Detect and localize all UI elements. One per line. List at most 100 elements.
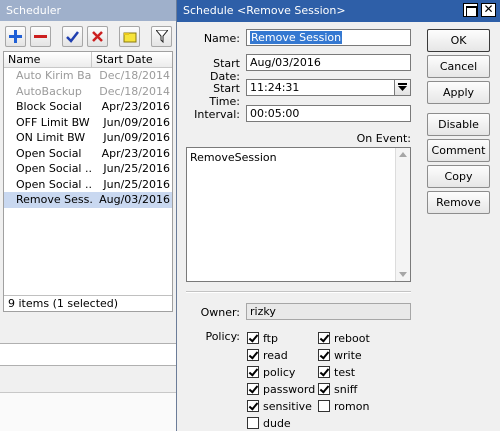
add-icon [9,30,22,43]
policy-checkbox-write[interactable]: write [318,348,362,362]
scroll-up-icon[interactable] [399,152,407,157]
table-row[interactable]: Remove Sess... Aug/03/2016 [4,192,172,208]
filter-icon [155,30,168,43]
policy-checkbox-read[interactable]: read [247,348,288,362]
policy-label: Policy: [205,330,240,343]
enable-button[interactable] [62,26,83,47]
checkbox-icon[interactable] [318,349,330,361]
row-name: Auto Kirim Ba... [16,69,92,82]
checkbox-icon[interactable] [247,417,259,429]
on-event-text: RemoveSession [190,151,277,164]
add-button[interactable] [5,26,26,47]
remove-button[interactable]: Remove [427,191,490,214]
comment-button[interactable] [119,26,140,47]
table-row[interactable]: ON Limit BW Jun/09/2016 [4,130,172,146]
policy-checkbox-label: reboot [334,331,370,345]
checkbox-icon[interactable] [318,366,330,378]
scheduler-window: Scheduler Name Start Date Auto Kirim Ba.… [0,0,180,316]
maximize-button[interactable] [463,3,478,17]
table-row[interactable]: Block Social Apr/23/2016 [4,99,172,115]
on-event-textarea[interactable]: RemoveSession [186,147,411,282]
table-row[interactable]: Open Social ... Jun/25/2016 [4,177,172,193]
disable-button[interactable]: Disable [427,113,490,136]
policy-checkbox-password[interactable]: password [247,382,315,396]
column-header-name[interactable]: Name [4,52,92,67]
table-row[interactable]: Open Social ... Jun/25/2016 [4,161,172,177]
row-name: OFF Limit BW [16,115,90,129]
policy-checkbox-dude[interactable]: dude [247,416,291,430]
checkbox-icon[interactable] [247,400,259,412]
table-row[interactable]: AutoBackup Dec/18/2014 [4,84,172,100]
scheduler-toolbar [0,22,180,50]
dialog-titlebar: Schedule <Remove Session> ✕ [177,0,500,22]
owner-field: rizky [246,303,411,320]
policy-checkbox-label: sniff [334,382,358,396]
policy-checkbox-label: write [334,348,362,362]
policy-checkbox-label: romon [334,399,370,413]
policy-checkbox-label: password [263,382,316,396]
name-input[interactable]: Remove Session [246,29,411,46]
policy-checkbox-label: sensitive [263,399,312,413]
list-header: Name Start Date [4,52,172,68]
row-name: Block Social [16,100,82,113]
dropdown-arrow-icon [398,83,407,91]
column-header-start-date[interactable]: Start Date [92,52,172,67]
scroll-down-icon[interactable] [399,272,407,277]
table-row[interactable]: Auto Kirim Ba... Dec/18/2014 [4,68,172,84]
cancel-button[interactable]: Cancel [427,55,490,78]
policy-checkbox-sniff[interactable]: sniff [318,382,357,396]
row-start-date: Apr/23/2016 [101,100,170,113]
row-name: Remove Sess... [16,193,92,206]
policy-checkbox-label: policy [263,365,296,379]
row-name: Open Social [16,146,82,160]
interval-label: Interval: [194,108,240,121]
checkbox-icon[interactable] [318,383,330,395]
close-icon: ✕ [483,2,494,16]
policy-checkbox-sensitive[interactable]: sensitive [247,399,312,413]
table-row[interactable]: Open Social Apr/23/2016 [4,146,172,162]
row-start-date: Jun/25/2016 [103,162,170,175]
row-start-date: Dec/18/2014 [99,69,170,82]
remove-button[interactable] [30,26,51,47]
row-start-date: Jun/09/2016 [103,115,170,129]
owner-label: Owner: [200,306,240,319]
start-date-input[interactable]: Aug/03/2016 [246,54,411,71]
name-label: Name: [203,32,240,45]
filter-button[interactable] [151,26,172,47]
policy-checkbox-romon[interactable]: romon [318,399,369,413]
checkbox-icon[interactable] [247,332,259,344]
policy-checkbox-label: test [334,365,356,379]
interval-input[interactable]: 00:05:00 [246,105,411,122]
ok-button[interactable]: OK [427,29,490,52]
policy-checkbox-label: read [263,348,288,362]
checkbox-icon[interactable] [318,332,330,344]
checkbox-icon[interactable] [247,366,259,378]
policy-checkbox-ftp[interactable]: ftp [247,331,278,345]
row-start-date: Dec/18/2014 [99,84,170,98]
checkbox-icon[interactable] [247,383,259,395]
comment-button[interactable]: Comment [427,139,490,162]
apply-button[interactable]: Apply [427,81,490,104]
policy-checkbox-test[interactable]: test [318,365,355,379]
policy-checkbox-policy[interactable]: policy [247,365,295,379]
row-name: Open Social ... [16,177,92,191]
close-button[interactable]: ✕ [481,2,496,17]
disable-button[interactable] [87,26,108,47]
background-panel-strip [0,392,186,431]
list-status: 9 items (1 selected) [4,295,172,311]
enable-check-icon [66,31,79,43]
on-event-label: On Event: [356,132,411,145]
row-start-date: Apr/23/2016 [101,146,170,160]
on-event-scrollbar[interactable] [395,148,410,281]
start-time-input[interactable]: 11:24:31 [246,79,395,96]
table-row[interactable]: OFF Limit BW Jun/09/2016 [4,115,172,131]
checkbox-icon[interactable] [318,400,330,412]
row-name: ON Limit BW [16,131,86,144]
checkbox-icon[interactable] [247,349,259,361]
policy-checkbox-reboot[interactable]: reboot [318,331,370,345]
start-time-label: Start Time: [209,82,240,108]
start-time-dropdown-button[interactable] [394,79,411,96]
copy-button[interactable]: Copy [427,165,490,188]
list-rows: Auto Kirim Ba... Dec/18/2014 AutoBackup Dec… [4,68,172,208]
policy-checkbox-label: dude [263,416,291,430]
